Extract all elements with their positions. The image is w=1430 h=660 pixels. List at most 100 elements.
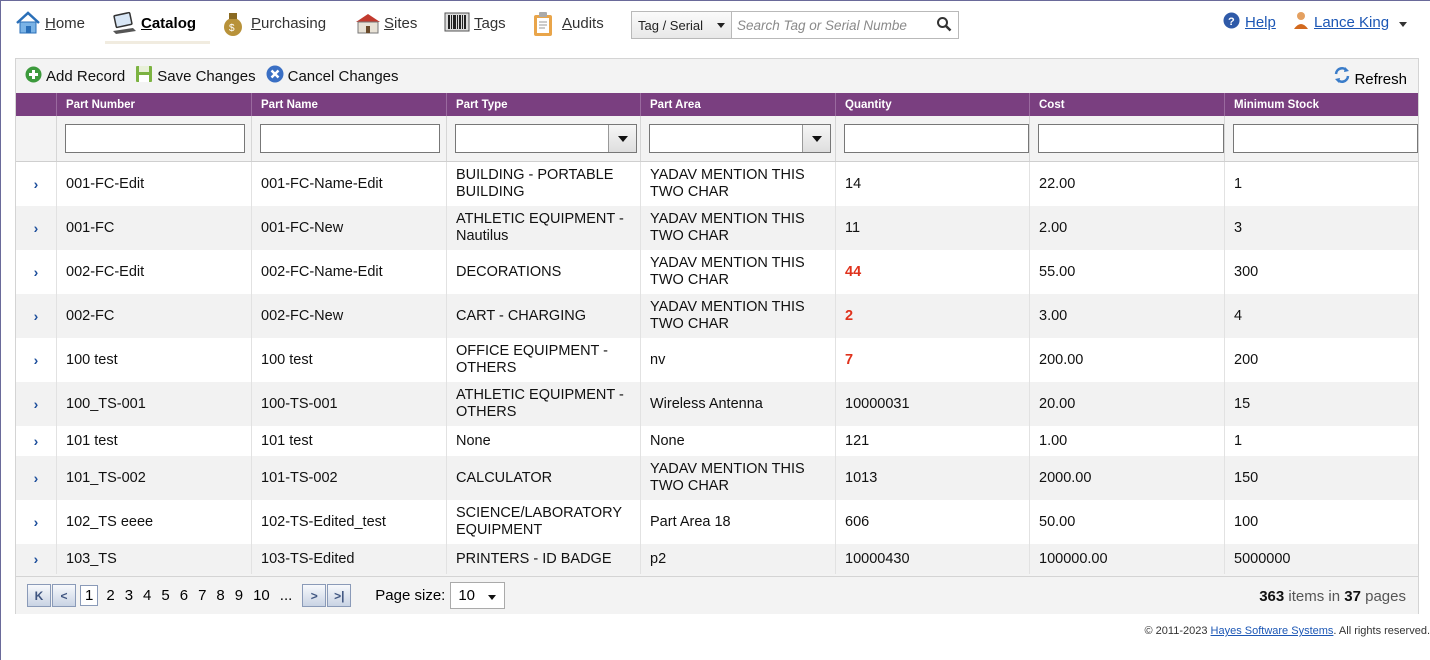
cell-minimum-stock[interactable]: 200 (1224, 338, 1418, 382)
cell-part-area[interactable]: YADAV MENTION THIS TWO CHAR (640, 456, 835, 500)
cell-part-area[interactable]: Wireless Antenna (640, 382, 835, 426)
cell-cost[interactable]: 55.00 (1029, 250, 1224, 294)
cell-minimum-stock[interactable]: 3 (1224, 206, 1418, 250)
cancel-changes-button[interactable]: Cancel Changes (266, 65, 399, 87)
cell-minimum-stock[interactable]: 1 (1224, 426, 1418, 456)
cell-quantity[interactable]: 606 (835, 500, 1029, 544)
search-type-select[interactable]: Tag / Serial (632, 12, 732, 38)
cell-quantity[interactable]: 10000031 (835, 382, 1029, 426)
chevron-right-icon[interactable]: › (34, 352, 39, 369)
cell-quantity[interactable]: 10000430 (835, 544, 1029, 574)
cell-quantity[interactable]: 1013 (835, 456, 1029, 500)
cell-part-name[interactable]: 001-FC-New (251, 206, 446, 250)
next-page-button[interactable]: > (302, 584, 327, 607)
cell-part-type[interactable]: ATHLETIC EQUIPMENT - Nautilus (446, 206, 640, 250)
help-link[interactable]: Help (1245, 14, 1276, 31)
header-part-area[interactable]: Part Area (640, 93, 835, 116)
page-number-link[interactable]: 8 (216, 587, 224, 604)
cell-part-area[interactable]: None (640, 426, 835, 456)
chevron-right-icon[interactable]: › (34, 470, 39, 487)
chevron-right-icon[interactable]: › (34, 514, 39, 531)
cell-part-type[interactable]: PRINTERS - ID BADGE (446, 544, 640, 574)
cell-part-number[interactable]: 100_TS-001 (56, 382, 251, 426)
cell-part-name[interactable]: 101-TS-002 (251, 456, 446, 500)
cell-quantity[interactable]: 7 (835, 338, 1029, 382)
chevron-right-icon[interactable]: › (34, 264, 39, 281)
cell-part-number[interactable]: 002-FC (56, 294, 251, 338)
table-row[interactable]: › 101_TS-002 101-TS-002 CALCULATOR YADAV MEN… (16, 456, 1418, 500)
cell-part-number[interactable]: 001-FC (56, 206, 251, 250)
page-number-link[interactable]: 3 (125, 587, 133, 604)
first-page-button[interactable]: K (27, 584, 51, 607)
cell-part-name[interactable]: 103-TS-Edited (251, 544, 446, 574)
table-row[interactable]: › 101 test 101 test None None 121 1.00 1 (16, 426, 1418, 456)
nav-purchasing[interactable]: $ Purchasing (221, 8, 326, 38)
page-number-link[interactable]: 10 (253, 587, 270, 604)
cell-part-number[interactable]: 001-FC-Edit (56, 162, 251, 206)
cell-part-type[interactable]: CALCULATOR (446, 456, 640, 500)
cell-minimum-stock[interactable]: 100 (1224, 500, 1418, 544)
chevron-right-icon[interactable]: › (34, 220, 39, 237)
cell-part-type[interactable]: ATHLETIC EQUIPMENT - OTHERS (446, 382, 640, 426)
add-record-button[interactable]: Add Record (25, 66, 125, 87)
cell-cost[interactable]: 1.00 (1029, 426, 1224, 456)
cell-part-type[interactable]: OFFICE EQUIPMENT - OTHERS (446, 338, 640, 382)
cell-part-number[interactable]: 002-FC-Edit (56, 250, 251, 294)
filter-part-type-select[interactable] (455, 124, 637, 153)
header-part-name[interactable]: Part Name (251, 93, 446, 116)
table-row[interactable]: › 102_TS eeee 102-TS-Edited_test SCIENCE/LA… (16, 500, 1418, 544)
cell-part-area[interactable]: YADAV MENTION THIS TWO CHAR (640, 250, 835, 294)
search-button[interactable] (930, 12, 958, 38)
cell-part-number[interactable]: 101 test (56, 426, 251, 456)
filter-part-name-input[interactable] (260, 124, 440, 153)
page-number-link[interactable]: 5 (161, 587, 169, 604)
cell-minimum-stock[interactable]: 15 (1224, 382, 1418, 426)
filter-quantity-input[interactable] (844, 124, 1029, 153)
page-number-link[interactable]: 6 (180, 587, 188, 604)
table-row[interactable]: › 002-FC-Edit 002-FC-Name-Edit DECORATIONS Y… (16, 250, 1418, 294)
page-number-link[interactable]: 4 (143, 587, 151, 604)
save-changes-button[interactable]: Save Changes (135, 65, 256, 87)
last-page-button[interactable]: >| (327, 584, 352, 607)
cell-quantity[interactable]: 2 (835, 294, 1029, 338)
nav-home[interactable]: Home (15, 8, 85, 38)
cell-part-area[interactable]: YADAV MENTION THIS TWO CHAR (640, 162, 835, 206)
refresh-button[interactable]: Refresh (1333, 66, 1407, 88)
nav-sites[interactable]: Sites (354, 8, 417, 38)
table-row[interactable]: › 002-FC 002-FC-New CART - CHARGING YADAV ME… (16, 294, 1418, 338)
search-input[interactable] (732, 12, 930, 38)
cell-minimum-stock[interactable]: 5000000 (1224, 544, 1418, 574)
page-number-link[interactable]: 9 (235, 587, 243, 604)
filter-part-area-select[interactable] (649, 124, 831, 153)
page-number-link[interactable]: ... (280, 587, 293, 604)
table-row[interactable]: › 001-FC 001-FC-New ATHLETIC EQUIPMENT - Na… (16, 206, 1418, 250)
chevron-right-icon[interactable]: › (34, 551, 39, 568)
cell-part-type[interactable]: None (446, 426, 640, 456)
cell-quantity[interactable]: 11 (835, 206, 1029, 250)
cell-part-area[interactable]: p2 (640, 544, 835, 574)
cell-part-type[interactable]: CART - CHARGING (446, 294, 640, 338)
cell-part-number[interactable]: 100 test (56, 338, 251, 382)
cell-part-number[interactable]: 102_TS eeee (56, 500, 251, 544)
cell-cost[interactable]: 200.00 (1029, 338, 1224, 382)
cell-part-number[interactable]: 101_TS-002 (56, 456, 251, 500)
cell-cost[interactable]: 22.00 (1029, 162, 1224, 206)
cell-part-type[interactable]: BUILDING - PORTABLE BUILDING (446, 162, 640, 206)
chevron-right-icon[interactable]: › (34, 433, 39, 450)
cell-minimum-stock[interactable]: 4 (1224, 294, 1418, 338)
cell-part-name[interactable]: 001-FC-Name-Edit (251, 162, 446, 206)
header-minimum-stock[interactable]: Minimum Stock (1224, 93, 1418, 116)
table-row[interactable]: › 100_TS-001 100-TS-001 ATHLETIC EQUIPMENT … (16, 382, 1418, 426)
table-row[interactable]: › 103_TS 103-TS-Edited PRINTERS - ID BADGE p… (16, 544, 1418, 574)
cell-minimum-stock[interactable]: 300 (1224, 250, 1418, 294)
cell-part-name[interactable]: 101 test (251, 426, 446, 456)
page-number-link[interactable]: 2 (106, 587, 114, 604)
cell-part-area[interactable]: YADAV MENTION THIS TWO CHAR (640, 294, 835, 338)
cell-cost[interactable]: 20.00 (1029, 382, 1224, 426)
cell-part-type[interactable]: DECORATIONS (446, 250, 640, 294)
cell-quantity[interactable]: 44 (835, 250, 1029, 294)
cell-cost[interactable]: 100000.00 (1029, 544, 1224, 574)
cell-cost[interactable]: 50.00 (1029, 500, 1224, 544)
header-cost[interactable]: Cost (1029, 93, 1224, 116)
filter-cost-input[interactable] (1038, 124, 1224, 153)
